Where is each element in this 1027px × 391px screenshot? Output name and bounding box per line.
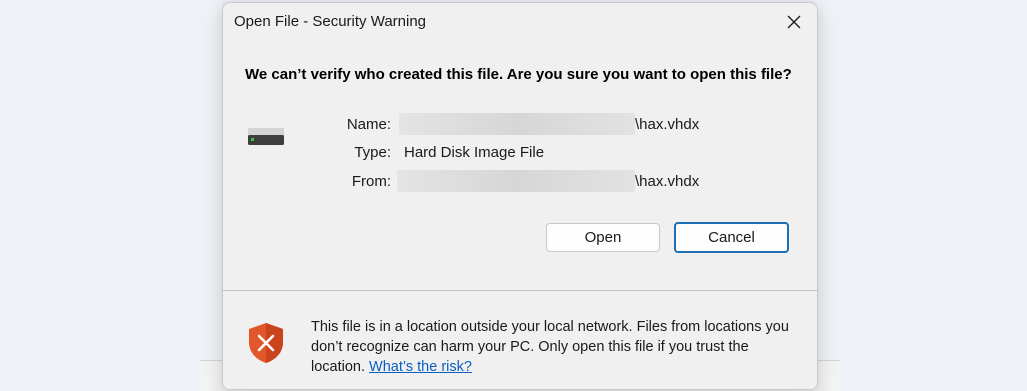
security-warning-dialog: Open File - Security Warning We can’t ve… [222, 2, 818, 390]
cancel-button[interactable]: Cancel [674, 222, 789, 253]
background-window-right [815, 0, 1027, 391]
type-label: Type: [354, 144, 391, 161]
type-value: Hard Disk Image File [404, 144, 545, 161]
from-value: \hax.vhdx [635, 173, 700, 190]
open-button[interactable]: Open [546, 223, 660, 252]
name-label: Name: [346, 116, 391, 133]
from-label: From: [351, 173, 391, 190]
close-icon [787, 15, 801, 29]
dialog-title: Open File - Security Warning [234, 13, 427, 30]
title-bar: Open File - Security Warning [223, 3, 817, 41]
redacted-path [399, 113, 635, 135]
name-value: \hax.vhdx [635, 116, 700, 133]
shield-warning-icon [249, 323, 283, 363]
redacted-path [397, 170, 635, 192]
background-window-left [0, 0, 222, 391]
whats-the-risk-link[interactable]: What’s the risk? [369, 359, 472, 375]
hard-disk-icon [248, 128, 284, 145]
warning-heading: We can’t verify who created this file. A… [245, 66, 792, 83]
footer-message: This file is in a location outside your … [311, 317, 801, 377]
close-button[interactable] [779, 7, 809, 37]
